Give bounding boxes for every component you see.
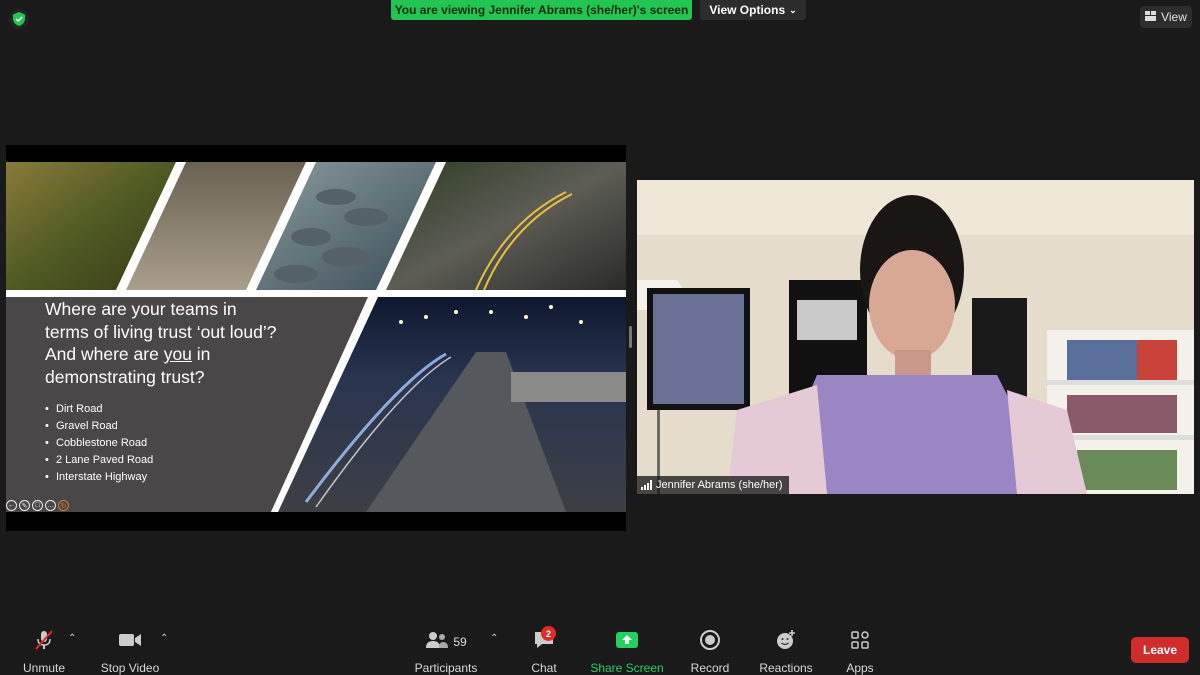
video-options-chevron-icon[interactable]: ⌃: [160, 633, 168, 644]
leave-meeting-button[interactable]: Leave: [1131, 637, 1189, 663]
more-options-icon[interactable]: …: [45, 500, 56, 511]
smiley-plus-icon: [775, 629, 797, 654]
chat-label: Chat: [531, 661, 557, 675]
apps-icon: [849, 629, 871, 654]
slides-grid-icon[interactable]: □: [32, 500, 43, 511]
reactions-button[interactable]: Reactions: [758, 619, 814, 675]
list-item: Gravel Road: [45, 418, 345, 435]
shared-screen[interactable]: Where are your teams in terms of living …: [6, 145, 626, 531]
slide-question-line-2: terms of living trust ‘out loud’?: [45, 321, 277, 342]
road-types-list: Dirt Road Gravel Road Cobblestone Road 2…: [45, 401, 345, 486]
audio-options-chevron-icon[interactable]: ⌃: [68, 633, 76, 644]
split-view-handle[interactable]: [629, 326, 632, 348]
share-screen-button[interactable]: Share Screen: [590, 619, 664, 675]
previous-slide-icon[interactable]: ←: [6, 500, 17, 511]
video-camera-icon: [118, 629, 142, 654]
stop-video-button[interactable]: Stop Video: [100, 619, 160, 675]
apps-label: Apps: [846, 661, 874, 675]
list-item: Cobblestone Road: [45, 435, 345, 452]
slide-text-block: Where are your teams in terms of living …: [45, 298, 345, 486]
slide-question-line-1: Where are your teams in: [45, 299, 237, 319]
participant-video-frame: [637, 180, 1194, 494]
presentation-slide: Where are your teams in terms of living …: [6, 162, 626, 512]
participants-count: 59: [453, 634, 467, 649]
pen-icon[interactable]: ✎: [19, 500, 30, 511]
participant-name: Jennifer Abrams (she/her): [656, 479, 783, 491]
slide-controls: ← ✎ □ … ↻: [6, 500, 69, 511]
unmute-label: Unmute: [22, 661, 66, 675]
chevron-down-icon: ⌄: [789, 4, 797, 15]
stop-video-label: Stop Video: [100, 661, 160, 675]
record-button[interactable]: Record: [690, 619, 730, 675]
apps-button[interactable]: Apps: [842, 619, 878, 675]
participant-name-tag: Jennifer Abrams (she/her): [637, 476, 789, 494]
list-item: Dirt Road: [45, 401, 345, 418]
list-item: 2 Lane Paved Road: [45, 452, 345, 469]
list-item: Interstate Highway: [45, 469, 345, 486]
chat-button[interactable]: 2 Chat: [526, 619, 562, 675]
meeting-toolbar: Unmute ⌃ Stop Video ⌃ 59 Participants ⌃: [0, 619, 1200, 675]
record-label: Record: [690, 661, 730, 675]
next-slide-icon[interactable]: ↻: [58, 500, 69, 511]
viewing-screen-banner: You are viewing Jennifer Abrams (she/her…: [391, 0, 692, 20]
shield-check-icon[interactable]: [9, 9, 29, 29]
view-button[interactable]: View: [1140, 6, 1192, 28]
slide-question-line-3-start: And where are: [45, 344, 164, 364]
unmute-button[interactable]: Unmute: [18, 619, 70, 675]
slide-question: Where are your teams in terms of living …: [45, 298, 345, 388]
grid-view-icon: [1145, 10, 1157, 24]
signal-strength-icon: [641, 480, 652, 490]
participants-button[interactable]: 59 Participants: [414, 619, 478, 675]
slide-question-line-4: demonstrating trust?: [45, 366, 205, 387]
slide-question-line-3: And where are you in: [45, 343, 345, 366]
slide-question-emphasis: you: [163, 344, 192, 364]
share-arrow-icon: [615, 629, 639, 654]
chat-unread-badge: 2: [541, 626, 556, 641]
participants-icon-group: 59: [425, 629, 467, 654]
zoom-meeting-window: You are viewing Jennifer Abrams (she/her…: [0, 0, 1200, 675]
participant-video[interactable]: [637, 180, 1194, 494]
microphone-muted-icon: [33, 629, 55, 654]
record-icon: [699, 629, 721, 654]
people-icon: [425, 629, 449, 654]
participants-label: Participants: [414, 661, 478, 675]
participants-options-chevron-icon[interactable]: ⌃: [490, 633, 498, 644]
view-options-label: View Options: [709, 3, 786, 17]
view-options-button[interactable]: View Options ⌄: [700, 0, 806, 20]
share-screen-label: Share Screen: [590, 661, 664, 675]
reactions-label: Reactions: [759, 661, 813, 675]
view-button-label: View: [1161, 10, 1187, 24]
slide-question-line-3-end: in: [191, 344, 211, 364]
